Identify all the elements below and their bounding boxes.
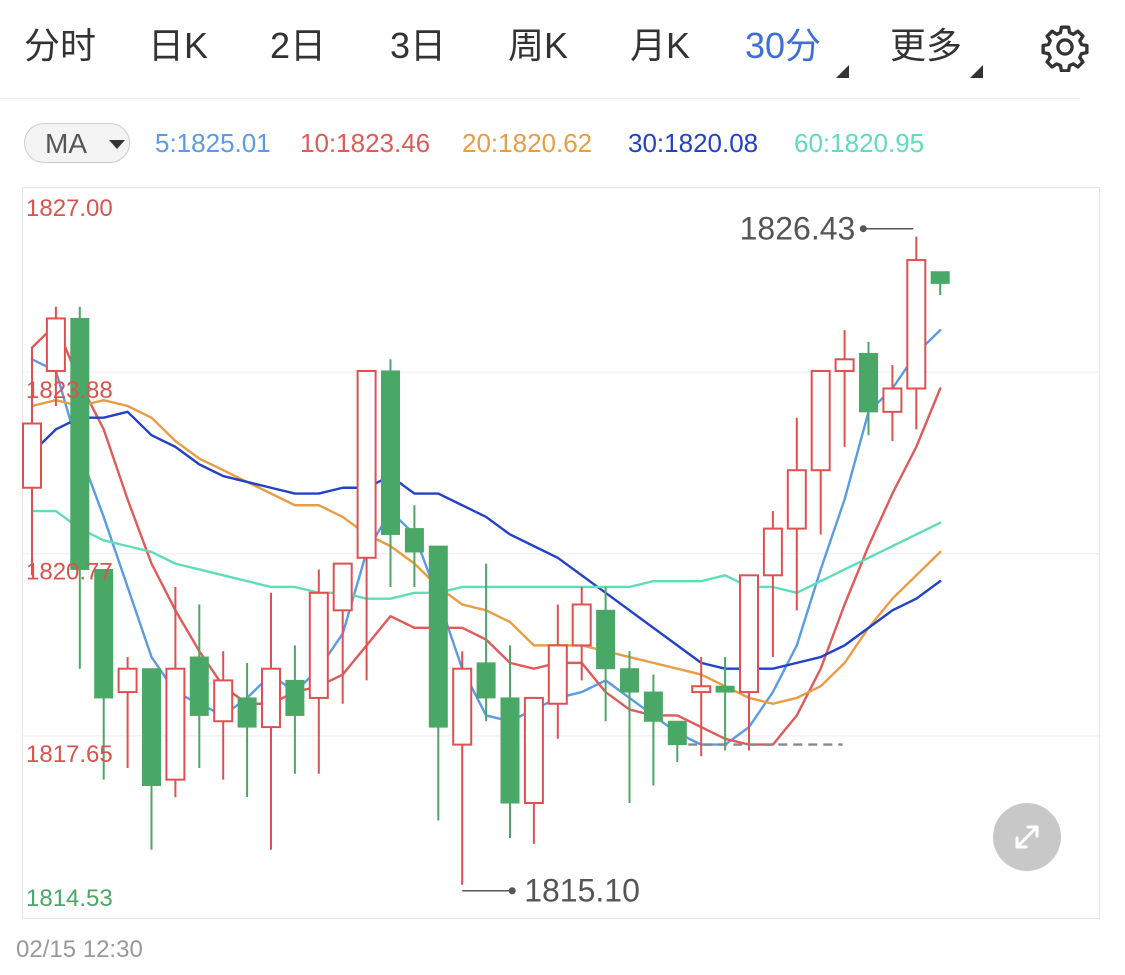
candle bbox=[547, 604, 568, 739]
candle-body bbox=[500, 697, 520, 804]
expand-button[interactable] bbox=[993, 803, 1061, 871]
candle bbox=[237, 662, 257, 798]
candle-body bbox=[381, 370, 400, 535]
annotations: 1826.43 1815.10 bbox=[462, 211, 914, 909]
price-tick-label: 1817.65 bbox=[26, 741, 113, 768]
candle bbox=[739, 574, 759, 751]
candle-body bbox=[213, 679, 234, 723]
candle-body bbox=[22, 422, 42, 489]
candle bbox=[500, 645, 520, 839]
high-dot bbox=[859, 225, 867, 233]
candle bbox=[213, 651, 234, 780]
candle-body bbox=[476, 662, 496, 699]
low-dot bbox=[508, 887, 516, 895]
candle-body bbox=[165, 667, 186, 781]
candle bbox=[70, 306, 90, 669]
candle bbox=[930, 271, 950, 296]
candle-body bbox=[356, 369, 377, 559]
candle-datetime: 02/15 12:30 bbox=[16, 936, 143, 963]
low-price-label: 1815.10 bbox=[524, 873, 640, 909]
candle-body bbox=[404, 528, 424, 553]
candle-body bbox=[571, 603, 592, 647]
candle bbox=[308, 569, 329, 774]
price-tick-label: 1827.00 bbox=[26, 195, 113, 222]
candle-body bbox=[930, 271, 950, 284]
price-tick-label: 1823.88 bbox=[26, 377, 113, 404]
candle bbox=[117, 657, 138, 768]
candle-body bbox=[523, 696, 544, 804]
candle-body bbox=[70, 317, 90, 570]
price-tick-label: 1820.77 bbox=[26, 559, 113, 586]
candle-body bbox=[332, 562, 353, 612]
candle bbox=[834, 330, 855, 447]
candle-body bbox=[810, 369, 831, 472]
expand-icon bbox=[1015, 825, 1039, 849]
candle-body bbox=[786, 469, 807, 530]
candle bbox=[667, 720, 687, 763]
candle-body bbox=[834, 358, 855, 372]
candle-body bbox=[596, 609, 616, 670]
candle bbox=[571, 586, 592, 681]
candles bbox=[22, 236, 950, 885]
candle bbox=[596, 586, 616, 722]
candle-body bbox=[643, 691, 663, 722]
candle bbox=[189, 604, 209, 768]
candle-body bbox=[859, 352, 878, 413]
candle bbox=[762, 511, 783, 658]
candle bbox=[285, 645, 305, 774]
candle-body bbox=[428, 545, 448, 728]
candle-body bbox=[620, 668, 639, 693]
candle bbox=[643, 674, 663, 786]
price-tick-label: 1814.53 bbox=[26, 885, 113, 912]
candle bbox=[859, 341, 878, 436]
candle-body bbox=[285, 679, 305, 716]
candlestick-chart: 1827.00 1823.88 1820.77 1817.65 1814.53 1826… bbox=[22, 195, 1099, 912]
candle bbox=[523, 696, 544, 844]
candle-body bbox=[691, 685, 712, 694]
candle-body bbox=[308, 591, 329, 699]
candle bbox=[810, 369, 831, 535]
candle bbox=[882, 365, 903, 442]
candle bbox=[906, 236, 927, 430]
candle-body bbox=[906, 259, 927, 390]
candle-body bbox=[667, 720, 687, 746]
candle-body bbox=[117, 667, 138, 694]
candle-body bbox=[261, 667, 281, 729]
candle-body bbox=[547, 644, 568, 705]
candle bbox=[142, 668, 161, 850]
candle-body bbox=[189, 656, 209, 716]
candle-body bbox=[882, 387, 903, 413]
candle bbox=[356, 369, 377, 681]
candle-body bbox=[237, 697, 257, 728]
candle bbox=[620, 651, 639, 803]
candle-body bbox=[94, 568, 114, 699]
high-price-label: 1826.43 bbox=[740, 211, 856, 247]
candle bbox=[786, 417, 807, 611]
candle bbox=[261, 592, 281, 850]
candle bbox=[452, 651, 473, 885]
candle-body bbox=[452, 667, 473, 746]
candle bbox=[381, 359, 400, 587]
candle bbox=[404, 505, 424, 587]
candle-body bbox=[142, 668, 161, 786]
candle bbox=[332, 562, 353, 704]
candle-body bbox=[762, 527, 783, 577]
candle bbox=[428, 545, 448, 821]
candle bbox=[165, 586, 186, 798]
candle-body bbox=[715, 685, 735, 693]
candle-body bbox=[45, 317, 66, 372]
candle-body bbox=[739, 574, 759, 694]
